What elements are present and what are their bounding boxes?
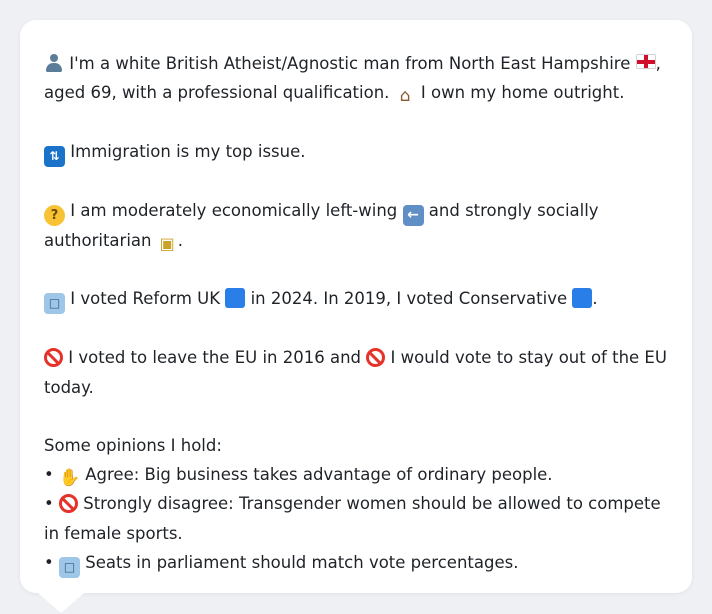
economic-text: I am moderately economically left-wing <box>70 200 398 220</box>
bullet: • <box>44 465 54 485</box>
voting-paragraph: □ I voted Reform UK in 2024. In 2019, I … <box>44 284 668 315</box>
opinion-text: Strongly disagree: Transgender women sho… <box>83 494 661 514</box>
ideology-paragraph: ? I am moderately economically left-wing… <box>44 196 668 255</box>
speech-bubble-tail <box>38 593 84 613</box>
vote-2024-text: I voted Reform UK <box>70 289 221 309</box>
ideology-line-1: ? I am moderately economically left-wing… <box>44 196 668 226</box>
opinion-item: • ✋ Agree: Big business takes advantage … <box>44 460 668 489</box>
ideology-line-2: authoritarian ▣. <box>44 226 668 255</box>
demographics-comma: , <box>655 54 661 73</box>
prohibited-icon <box>366 348 386 368</box>
prohibited-icon <box>58 494 78 514</box>
eu-2016-text: I voted to leave the EU in 2016 and <box>68 348 362 368</box>
demographics-line-1: I'm a white British Atheist/Agnostic man… <box>44 49 668 78</box>
opinion-item-continued: in female sports. <box>44 523 183 543</box>
thumbs-up-icon: ✋ <box>58 468 81 489</box>
home-ownership-text: I own my home outright. <box>420 83 625 103</box>
bullet: • <box>44 552 54 572</box>
demographics-line-2: aged 69, with a professional qualificati… <box>44 78 668 107</box>
profile-card: I'm a white British Atheist/Agnostic man… <box>20 20 692 593</box>
demographics-text-1: I'm a white British Atheist/Agnostic man… <box>69 54 631 73</box>
passport-control-icon: ⇅ <box>44 145 65 167</box>
opinions-section: Some opinions I hold: • ✋ Agree: Big bus… <box>44 431 668 578</box>
left-arrow-icon: ← <box>402 204 424 226</box>
england-flag-icon <box>635 54 656 69</box>
bullet: • <box>44 494 54 514</box>
opinion-text: Seats in parliament should match vote pe… <box>85 552 519 572</box>
opinion-item: • □ Seats in parliament should match vot… <box>44 548 668 578</box>
ballot-box-icon: □ <box>44 293 65 315</box>
opinion-item: • Strongly disagree: Transgender women s… <box>44 489 668 518</box>
opinion-text: Agree: Big business takes advantage of o… <box>85 465 553 485</box>
immigration-paragraph: ⇅ Immigration is my top issue. <box>44 137 668 167</box>
vote-period: . <box>592 289 598 309</box>
eu-today-end: today. <box>44 377 94 397</box>
vote-2019-text: in 2024. In 2019, I voted Conservative <box>250 289 568 309</box>
eu-paragraph: I voted to leave the EU in 2016 and I wo… <box>44 343 668 401</box>
eu-line-2: today. <box>44 373 668 402</box>
house-icon: ⌂ <box>399 86 411 107</box>
person-icon <box>44 52 64 72</box>
blue-square-icon <box>225 288 246 309</box>
eu-today-text: I would vote to stay out of the EU <box>390 348 667 368</box>
social-text: and strongly socially <box>428 200 599 220</box>
thinking-face-icon: ? <box>44 204 65 226</box>
eu-line-1: I voted to leave the EU in 2016 and I wo… <box>44 343 668 372</box>
ideology-period: . <box>177 230 183 250</box>
lock-icon: ▣ <box>159 233 175 253</box>
demographics-paragraph: I'm a white British Atheist/Agnostic man… <box>44 49 668 107</box>
prohibited-icon <box>44 348 63 368</box>
immigration-text: Immigration is my top issue. <box>70 141 306 161</box>
demographics-text-2: aged 69, with a professional qualificati… <box>44 83 390 103</box>
ballot-box-icon: □ <box>58 556 80 578</box>
authoritarian-text: authoritarian <box>44 230 152 250</box>
opinions-heading: Some opinions I hold: <box>44 435 222 455</box>
blue-square-icon <box>572 288 593 309</box>
